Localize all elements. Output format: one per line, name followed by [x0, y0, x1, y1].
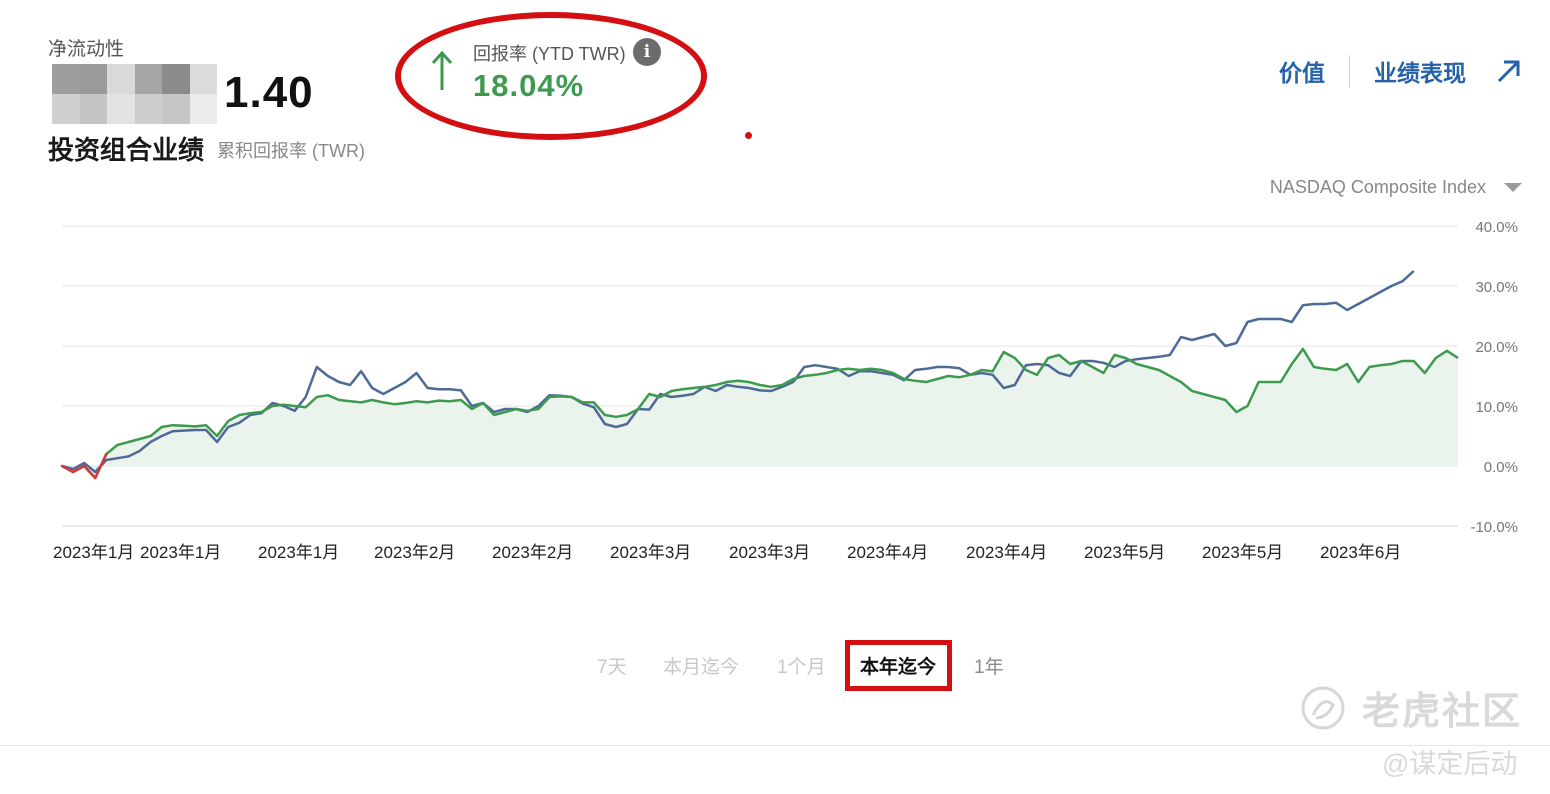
y-tick-label: 20.0%	[1475, 339, 1518, 356]
x-tick-label: 2023年5月	[1084, 543, 1165, 562]
y-tick-label: 30.0%	[1475, 279, 1518, 296]
x-tick-label: 2023年2月	[374, 543, 455, 562]
y-tick-label: -10.0%	[1470, 519, 1518, 536]
tab-1-month[interactable]: 1个月	[777, 652, 826, 679]
x-tick-label: 2023年5月	[1202, 543, 1283, 562]
nav-link-value[interactable]: 价值	[1279, 54, 1325, 88]
masked-net-liquidity-value	[52, 64, 217, 124]
x-tick-label: 2023年2月	[492, 543, 573, 562]
net-liquidity-value-suffix: 1.40	[224, 68, 314, 117]
annotation-ellipse	[395, 12, 707, 140]
watermark-brand: 老虎社区	[1300, 680, 1522, 735]
nav-separator	[1349, 55, 1350, 87]
net-liquidity-label: 净流动性	[48, 39, 125, 60]
portfolio-performance-subtitle: 累积回报率 (TWR)	[217, 141, 365, 161]
x-tick-label: 2023年4月	[847, 543, 928, 562]
x-tick-label: 2023年1月	[140, 543, 221, 562]
tiger-logo-icon	[1301, 686, 1345, 729]
external-link-icon[interactable]	[1496, 58, 1522, 84]
tab-1-year[interactable]: 1年	[974, 652, 1004, 679]
x-tick-label: 2023年3月	[610, 543, 691, 562]
top-nav: 价值 业绩表现	[1279, 54, 1522, 88]
y-tick-label: 40.0%	[1475, 219, 1518, 236]
watermark-brand-name: 老虎社区	[1362, 691, 1523, 733]
footer-divider	[0, 745, 1550, 746]
y-tick-label: 10.0%	[1475, 399, 1518, 416]
performance-chart: 40.0% 30.0% 20.0% 10.0% 0.0% -10.0% 2023年1月 202…	[53, 219, 1518, 562]
y-tick-label: 0.0%	[1484, 459, 1518, 476]
watermark-handle: @谋定后动	[1382, 749, 1518, 779]
benchmark-dropdown[interactable]: NASDAQ Composite Index	[1270, 177, 1522, 198]
x-tick-label: 2023年3月	[729, 543, 810, 562]
x-tick-label: 2023年1月	[53, 543, 134, 562]
annotation-dot	[745, 132, 752, 139]
x-tick-label: 2023年1月	[258, 543, 339, 562]
x-tick-label: 2023年4月	[966, 543, 1047, 562]
portfolio-area-fill	[62, 349, 1458, 478]
nav-link-performance[interactable]: 业绩表现	[1374, 54, 1466, 88]
benchmark-selected-label: NASDAQ Composite Index	[1269, 177, 1486, 197]
portfolio-performance-title: 投资组合业绩	[48, 135, 205, 165]
chevron-down-icon	[1504, 183, 1522, 192]
x-tick-label: 2023年6月	[1320, 543, 1401, 562]
tab-7-days[interactable]: 7天	[597, 652, 627, 679]
tab-month-to-date[interactable]: 本月迄今	[663, 652, 739, 679]
tab-year-to-date[interactable]: 本年迄今	[860, 652, 936, 679]
